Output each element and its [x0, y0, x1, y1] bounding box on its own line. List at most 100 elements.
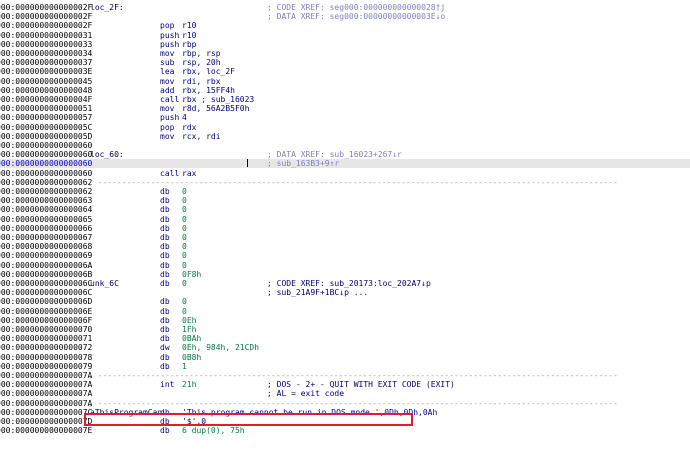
instruction-operands[interactable]: 0F8h	[182, 270, 201, 279]
listing-line[interactable]: 000:0000000000000045 mov rdi, rbx	[0, 77, 690, 86]
listing-line[interactable]: 000:000000000000005D mov rcx, rdi	[0, 132, 690, 141]
listing-line[interactable]: 000:000000000000006F db 0Eh	[0, 316, 690, 325]
listing-line[interactable]: 000:0000000000000031 push r10	[0, 31, 690, 40]
listing-line[interactable]: 000:000000000000007A; ------------------…	[0, 399, 690, 408]
instruction-operands[interactable]: 0Eh, 984h, 21CDh	[182, 343, 259, 352]
listing-line[interactable]: 000:0000000000000078 db 0B8h	[0, 353, 690, 362]
line-address: 000:0000000000000068	[0, 242, 93, 252]
instruction-operands[interactable]: rbp, rsp	[182, 49, 221, 58]
instruction-operands[interactable]: 0	[182, 242, 187, 251]
instruction-operands[interactable]: 0	[182, 233, 187, 242]
instruction-operands[interactable]: 6 dup(0), 75h	[182, 426, 245, 435]
listing-line[interactable]: 000:0000000000000034 mov rbp, rsp	[0, 49, 690, 58]
instruction-operands[interactable]: r8d, 56A2B5F0h	[182, 104, 249, 113]
listing-line[interactable]: 000:000000000000005C pop rdx	[0, 123, 690, 132]
listing-line[interactable]: 000:0000000000000064 db 0	[0, 205, 690, 214]
instruction-operands[interactable]: 0	[182, 187, 187, 196]
listing-line[interactable]: 000:0000000000000063 db 0	[0, 196, 690, 205]
listing-line[interactable]: 000:0000000000000071 db 0BAh	[0, 334, 690, 343]
instruction-mnemonic: db	[160, 260, 170, 270]
listing-line[interactable]: 000:0000000000000033 push rbp	[0, 40, 690, 49]
instruction-operands[interactable]: 0	[182, 261, 187, 270]
listing-line[interactable]: 000:0000000000000057 push 4	[0, 113, 690, 122]
instruction-operands[interactable]: rbx, 15FF4h	[182, 86, 235, 95]
listing-line[interactable]: 000:000000000000006C unk_6C db 0 ; CODE XREF…	[0, 279, 690, 288]
listing-line[interactable]: 000:000000000000007A; ------------------…	[0, 371, 690, 380]
instruction-operands[interactable]: rdx	[182, 123, 196, 132]
instruction-operands[interactable]: 4	[182, 113, 187, 122]
listing-line[interactable]: 000:000000000000003E lea rbx, loc_2F	[0, 67, 690, 76]
instruction-operands[interactable]: 0	[182, 205, 187, 214]
instruction-mnemonic: add	[160, 85, 175, 95]
listing-line[interactable]: 000:000000000000004F call rbx ; sub_16023	[0, 95, 690, 104]
separator-line: ; --------------------------------------…	[88, 398, 618, 408]
listing-line[interactable]: 000:000000000000006C ; sub_21A9F+1BC↓p ..…	[0, 288, 690, 297]
listing-line[interactable]: 000:0000000000000037 sub rsp, 20h	[0, 58, 690, 67]
line-address: 000:000000000000007A	[0, 380, 93, 390]
instruction-operands[interactable]: 21h	[182, 380, 196, 389]
listing-line[interactable]: 000:0000000000000068 db 0	[0, 242, 690, 251]
listing-line[interactable]: 000:000000000000002F ; DATA XREF: seg000:…	[0, 12, 690, 21]
listing-line[interactable]: 000:000000000000007E db 6 dup(0), 75h	[0, 426, 690, 435]
listing-line[interactable]: 000:0000000000000069 db 0	[0, 251, 690, 260]
instruction-operands[interactable]: 1Fh	[182, 325, 196, 334]
listing-line[interactable]: 000:0000000000000070 db 1Fh	[0, 325, 690, 334]
listing-line[interactable]: 000:000000000000002F pop r10	[0, 21, 690, 30]
listing-line[interactable]: 000:0000000000000079 db 1	[0, 362, 690, 371]
instruction-operands[interactable]: rbx, loc_2F	[182, 67, 235, 76]
line-address: 000:0000000000000034	[0, 49, 93, 58]
listing-line[interactable]: 000:0000000000000060 call rax	[0, 169, 690, 178]
instruction-operands[interactable]: 0	[182, 196, 187, 205]
code-label[interactable]: unk_6C	[90, 279, 119, 288]
instruction-operands[interactable]: 0	[182, 307, 187, 316]
line-address: 000:0000000000000064	[0, 205, 93, 215]
instruction-operands[interactable]: rax	[182, 169, 196, 178]
listing-line[interactable]: 000:000000000000006E db 0	[0, 307, 690, 316]
disassembly-listing[interactable]: 000:000000000000002F loc_2F:; CODE XREF: …	[0, 0, 690, 449]
instruction-operands[interactable]: 0Eh	[182, 316, 196, 325]
instruction-operands[interactable]: rsp, 20h	[182, 58, 221, 67]
instruction-operands[interactable]: 0	[182, 279, 187, 288]
listing-line[interactable]: 000:0000000000000062; ------------------…	[0, 178, 690, 187]
instruction-operands[interactable]: r10	[182, 31, 196, 40]
line-address: 000:000000000000006D	[0, 297, 93, 307]
code-label[interactable]: loc_60:	[90, 150, 124, 159]
instruction-operands[interactable]: 1	[182, 362, 187, 371]
line-address: 000:000000000000007C	[0, 407, 93, 417]
instruction-operands[interactable]: rbp	[182, 40, 196, 49]
listing-line[interactable]: 000:000000000000006B db 0F8h	[0, 270, 690, 279]
listing-line[interactable]: 000:000000000000007A ; AL = exit code	[0, 389, 690, 398]
listing-line[interactable]: 000:000000000000002F loc_2F: ; CODE XREF: …	[0, 3, 690, 12]
listing-line[interactable]: 000:0000000000000066 db 0	[0, 224, 690, 233]
listing-line[interactable]: 000:000000000000006D db 0	[0, 297, 690, 306]
instruction-operands[interactable]: 0	[182, 251, 187, 260]
listing-line[interactable]: 000:0000000000000067 db 0	[0, 233, 690, 242]
instruction-operands[interactable]: 0	[182, 215, 187, 224]
listing-line[interactable]: 000:0000000000000065 db 0	[0, 215, 690, 224]
line-address: 000:000000000000007A	[0, 398, 93, 408]
listing-line[interactable]: 000:000000000000007A int 21h ; DOS - 2+ - Q…	[0, 380, 690, 389]
instruction-operands[interactable]: 0B8h	[182, 353, 201, 362]
instruction-mnemonic: db	[160, 233, 170, 242]
instruction-mnemonic: int	[160, 380, 175, 390]
listing-line[interactable]: 000:0000000000000060 loc_60: ; DATA XREF: …	[0, 150, 690, 159]
code-label[interactable]: loc_2F:	[90, 3, 124, 12]
instruction-operands[interactable]: rbx ; sub_16023	[182, 95, 254, 104]
listing-line[interactable]: 000:0000000000000048 add rbx, 15FF4h	[0, 86, 690, 95]
listing-line[interactable]: 000:0000000000000062 db 0	[0, 187, 690, 196]
line-address: 000:000000000000006B	[0, 269, 93, 279]
listing-line[interactable]: 000:0000000000000072 dw 0Eh, 984h, 21CDh	[0, 343, 690, 352]
listing-line[interactable]: 000:0000000000000060 ; sub_163B3+9↑r	[0, 159, 690, 169]
instruction-operands[interactable]: 0BAh	[182, 334, 201, 343]
instruction-mnemonic: db	[160, 297, 170, 307]
listing-line[interactable]: 000:000000000000006A db 0	[0, 261, 690, 270]
line-comment: ; CODE XREF: seg000:000000000000028†j	[267, 3, 446, 12]
instruction-operands[interactable]: r10	[182, 21, 196, 30]
listing-line[interactable]: 000:0000000000000051 mov r8d, 56A2B5F0h	[0, 104, 690, 113]
instruction-operands[interactable]: rcx, rdi	[182, 132, 221, 141]
instruction-operands[interactable]: 0	[182, 297, 187, 306]
instruction-operands[interactable]: rdi, rbx	[182, 77, 221, 86]
instruction-mnemonic: db	[160, 187, 170, 196]
instruction-operands[interactable]: 0	[182, 224, 187, 233]
listing-line[interactable]: 000:0000000000000060	[0, 141, 690, 150]
